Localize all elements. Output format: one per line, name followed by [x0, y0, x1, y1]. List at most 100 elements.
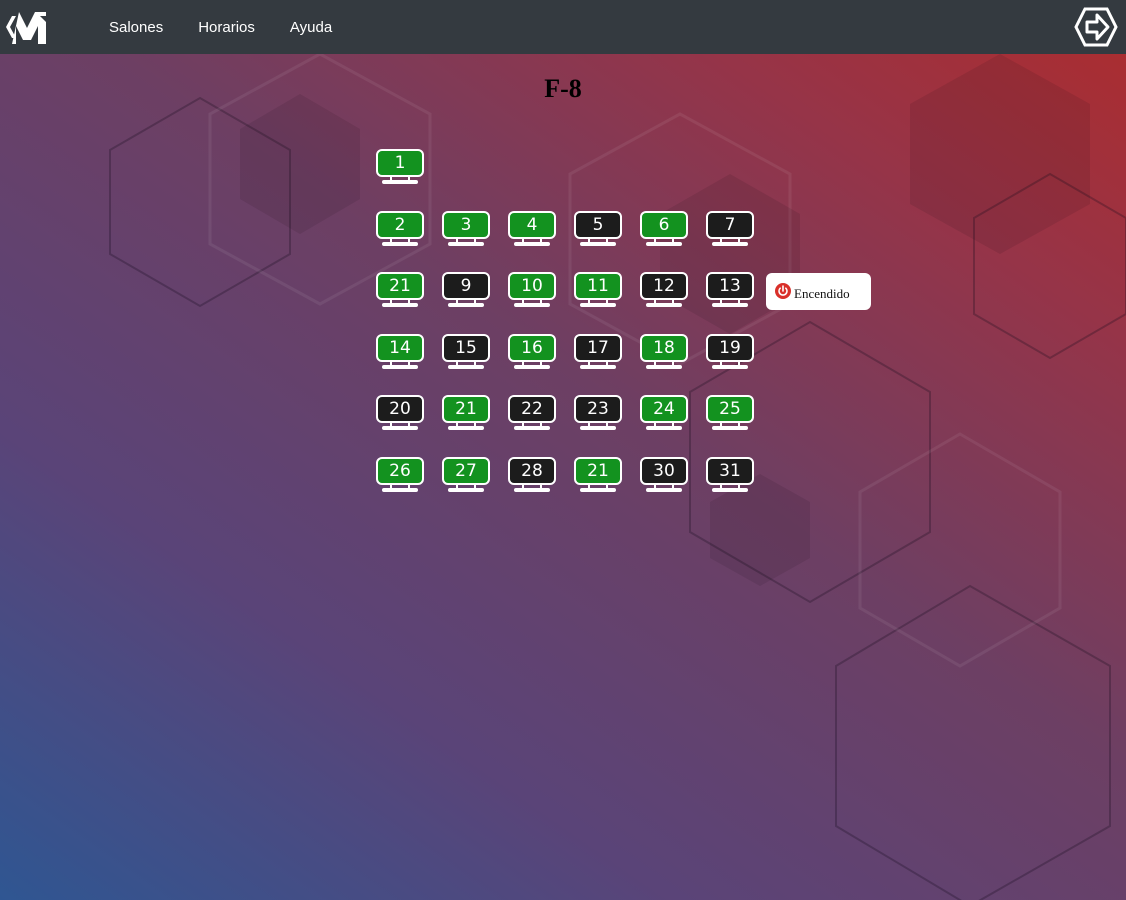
computer-screen: 2 [376, 211, 424, 239]
monitor-base [448, 303, 484, 307]
computer-screen: 26 [376, 457, 424, 485]
computer-5-4[interactable]: 30 [640, 457, 688, 495]
monitor-base [382, 426, 418, 430]
computer-screen: 6 [640, 211, 688, 239]
monitor-base [514, 242, 550, 246]
computer-screen: 22 [508, 395, 556, 423]
computer-1-4[interactable]: 6 [640, 211, 688, 249]
nav-link-ayuda[interactable]: Ayuda [290, 19, 332, 36]
computer-2-1[interactable]: 9 [442, 272, 490, 310]
monitor-base [382, 365, 418, 369]
monitor-base [646, 365, 682, 369]
nav-link-salones[interactable]: Salones [109, 19, 163, 36]
monitor-base [580, 242, 616, 246]
status-tooltip: Encendido [766, 273, 871, 310]
monitor-base [448, 488, 484, 492]
monitor-base [448, 426, 484, 430]
computer-3-4[interactable]: 18 [640, 334, 688, 372]
computer-3-3[interactable]: 17 [574, 334, 622, 372]
computer-4-3[interactable]: 23 [574, 395, 622, 433]
computer-screen: 11 [574, 272, 622, 300]
computer-1-2[interactable]: 4 [508, 211, 556, 249]
computer-screen: 20 [376, 395, 424, 423]
computer-4-2[interactable]: 22 [508, 395, 556, 433]
computer-5-0[interactable]: 26 [376, 457, 424, 495]
computer-3-2[interactable]: 16 [508, 334, 556, 372]
computer-2-3[interactable]: 11 [574, 272, 622, 310]
navbar: Salones Horarios Ayuda [0, 0, 1126, 54]
computer-screen: 10 [508, 272, 556, 300]
computer-screen: 12 [640, 272, 688, 300]
monitor-base [382, 303, 418, 307]
computer-3-0[interactable]: 14 [376, 334, 424, 372]
computer-screen: 4 [508, 211, 556, 239]
nav-menu: Salones Horarios Ayuda [109, 0, 367, 54]
monitor-base [514, 303, 550, 307]
power-icon [775, 283, 791, 299]
computer-screen: 30 [640, 457, 688, 485]
computer-1-1[interactable]: 3 [442, 211, 490, 249]
computer-2-5[interactable]: 13 [706, 272, 754, 310]
computer-1-5[interactable]: 7 [706, 211, 754, 249]
computer-screen: 21 [442, 395, 490, 423]
computer-3-1[interactable]: 15 [442, 334, 490, 372]
monitor-base [580, 426, 616, 430]
computer-screen: 1 [376, 149, 424, 177]
computer-1-0[interactable]: 2 [376, 211, 424, 249]
monitor-base [646, 242, 682, 246]
computer-3-5[interactable]: 19 [706, 334, 754, 372]
computer-screen: 24 [640, 395, 688, 423]
computer-0-0[interactable]: 1 [376, 149, 424, 187]
monitor-base [580, 488, 616, 492]
computer-screen: 13 [706, 272, 754, 300]
monitor-base [514, 365, 550, 369]
computer-screen: 31 [706, 457, 754, 485]
monitor-base [712, 242, 748, 246]
monitor-base [712, 303, 748, 307]
monitor-base [712, 365, 748, 369]
logo-icon[interactable] [4, 4, 50, 50]
computer-screen: 23 [574, 395, 622, 423]
monitor-base [382, 180, 418, 184]
computer-5-1[interactable]: 27 [442, 457, 490, 495]
computer-5-3[interactable]: 21 [574, 457, 622, 495]
computer-screen: 18 [640, 334, 688, 362]
tooltip-label: Encendido [794, 286, 850, 301]
computer-4-0[interactable]: 20 [376, 395, 424, 433]
computer-5-5[interactable]: 31 [706, 457, 754, 495]
computer-5-2[interactable]: 28 [508, 457, 556, 495]
computer-screen: 17 [574, 334, 622, 362]
computer-screen: 3 [442, 211, 490, 239]
computer-screen: 7 [706, 211, 754, 239]
computer-screen: 16 [508, 334, 556, 362]
computer-screen: 9 [442, 272, 490, 300]
computer-screen: 21 [574, 457, 622, 485]
computer-screen: 25 [706, 395, 754, 423]
monitor-base [514, 426, 550, 430]
computer-screen: 19 [706, 334, 754, 362]
monitor-base [514, 488, 550, 492]
room-title: F-8 [544, 74, 582, 103]
monitor-base [448, 365, 484, 369]
logout-icon[interactable] [1074, 6, 1118, 48]
monitor-base [712, 488, 748, 492]
monitor-base [580, 303, 616, 307]
monitor-base [646, 303, 682, 307]
nav-link-horarios[interactable]: Horarios [198, 19, 255, 36]
computer-4-4[interactable]: 24 [640, 395, 688, 433]
background-hexagon-pattern [109, 54, 1126, 900]
computer-1-3[interactable]: 5 [574, 211, 622, 249]
monitor-base [382, 488, 418, 492]
computer-2-2[interactable]: 10 [508, 272, 556, 310]
monitor-base [580, 365, 616, 369]
computer-2-4[interactable]: 12 [640, 272, 688, 310]
monitor-base [382, 242, 418, 246]
computer-4-5[interactable]: 25 [706, 395, 754, 433]
monitor-base [646, 426, 682, 430]
computer-2-0[interactable]: 21 [376, 272, 424, 310]
computer-4-1[interactable]: 21 [442, 395, 490, 433]
computer-screen: 27 [442, 457, 490, 485]
computer-screen: 15 [442, 334, 490, 362]
computer-screen: 28 [508, 457, 556, 485]
computer-screen: 21 [376, 272, 424, 300]
